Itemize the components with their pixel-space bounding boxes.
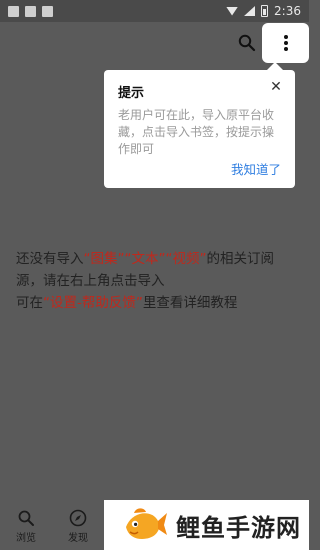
help-link[interactable]: “设置-帮助反馈” [43, 295, 143, 311]
nav-item-browse[interactable]: 浏览 [0, 502, 52, 550]
compass-icon [69, 509, 87, 526]
watermark: 鲤鱼手游网 [104, 500, 309, 550]
tip-popup: 提示 ✕ 老用户可在此，导入原平台收藏，点击导入书签，按提示操作即可 我知道了 [104, 62, 295, 188]
fish-logo-icon [126, 508, 167, 539]
image-icon [25, 5, 36, 17]
battery-icon [261, 5, 269, 17]
empty-state-message: 还没有导入“图集”“文本”“视频”的相关订阅源，请在右上角点击导入 可在“设置-… [16, 248, 296, 314]
nav-label: 浏览 [16, 532, 36, 544]
search-icon [238, 34, 256, 52]
empty-text-part: 还没有导入 [16, 251, 84, 267]
wifi-icon [226, 6, 239, 16]
empty-text-part: 可在 [16, 295, 43, 311]
font-icon [42, 5, 53, 17]
close-icon[interactable]: ✕ [269, 80, 283, 94]
search-icon [18, 510, 34, 526]
search-button[interactable] [236, 32, 258, 54]
popup-body: 老用户可在此，导入原平台收藏，点击导入书签，按提示操作即可 [118, 108, 275, 156]
more-menu-button[interactable] [262, 23, 309, 63]
status-time: 2:36 [274, 4, 301, 18]
notification-icon [8, 5, 19, 17]
acknowledge-button[interactable]: 我知道了 [231, 159, 281, 178]
watermark-text: 鲤鱼手游网 [176, 513, 301, 542]
signal-icon [244, 6, 256, 16]
nav-label: 发现 [68, 532, 88, 544]
nav-item-discover[interactable]: 发现 [52, 502, 104, 550]
status-bar: 2:36 [0, 0, 309, 22]
popup-title: 提示 [118, 86, 145, 101]
empty-text-part: 里查看详细教程 [142, 295, 238, 311]
more-vert-icon [283, 35, 288, 51]
toolbar [0, 22, 309, 64]
import-types-highlight: “图集”“文本”“视频” [83, 251, 207, 267]
